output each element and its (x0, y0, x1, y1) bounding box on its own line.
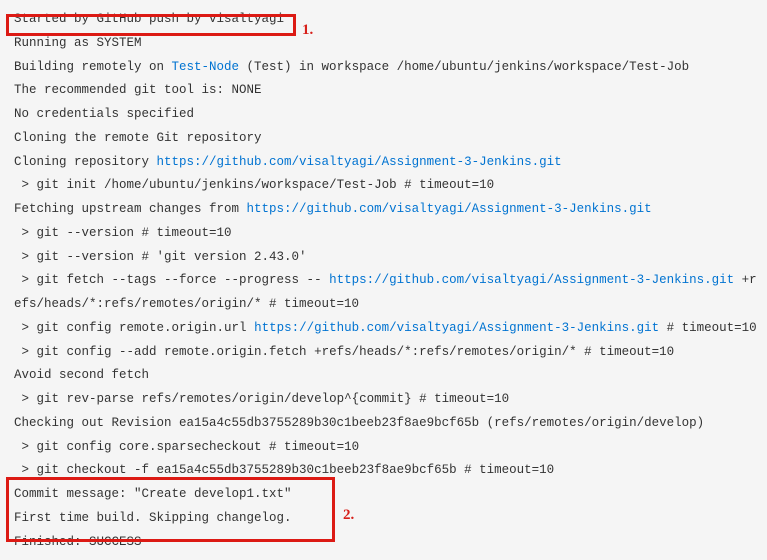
log-line: (Test) in workspace /home/ubuntu/jenkins… (239, 60, 689, 74)
log-line: > git --version # 'git version 2.43.0' (14, 250, 307, 264)
log-line: > git config core.sparsecheckout # timeo… (14, 440, 359, 454)
repo-link[interactable]: https://github.com/visaltyagi/Assignment… (254, 321, 659, 335)
log-line: > git fetch --tags --force --progress -- (14, 273, 329, 287)
console-wrapper: Started by GitHub push by visaltyagi Run… (0, 8, 767, 560)
log-line: Cloning repository (14, 155, 157, 169)
repo-link[interactable]: https://github.com/visaltyagi/Assignment… (329, 273, 734, 287)
log-line: The recommended git tool is: NONE (14, 83, 262, 97)
log-line: Checking out Revision ea15a4c55db3755289… (14, 416, 704, 430)
log-line: > git checkout -f ea15a4c55db3755289b30c… (14, 463, 554, 477)
repo-link[interactable]: https://github.com/visaltyagi/Assignment… (247, 202, 652, 216)
log-line: > git init /home/ubuntu/jenkins/workspac… (14, 178, 494, 192)
log-line: # timeout=10 (659, 321, 757, 335)
log-line: Fetching upstream changes from (14, 202, 247, 216)
log-line: No credentials specified (14, 107, 194, 121)
log-line: First time build. Skipping changelog. (14, 511, 292, 525)
log-line: > git config --add remote.origin.fetch +… (14, 345, 674, 359)
log-line: Cloning the remote Git repository (14, 131, 262, 145)
node-link[interactable]: Test-Node (172, 60, 240, 74)
log-line: Building remotely on (14, 60, 172, 74)
log-line: Commit message: "Create develop1.txt" (14, 487, 292, 501)
log-line: Avoid second fetch (14, 368, 149, 382)
console-output: Started by GitHub push by visaltyagi Run… (0, 8, 767, 560)
log-line: > git config remote.origin.url (14, 321, 254, 335)
repo-link[interactable]: https://github.com/visaltyagi/Assignment… (157, 155, 562, 169)
log-line: > git rev-parse refs/remotes/origin/deve… (14, 392, 509, 406)
log-line: Running as SYSTEM (14, 36, 142, 50)
log-line: > git --version # timeout=10 (14, 226, 232, 240)
log-line: Started by GitHub push by visaltyagi (14, 12, 284, 26)
